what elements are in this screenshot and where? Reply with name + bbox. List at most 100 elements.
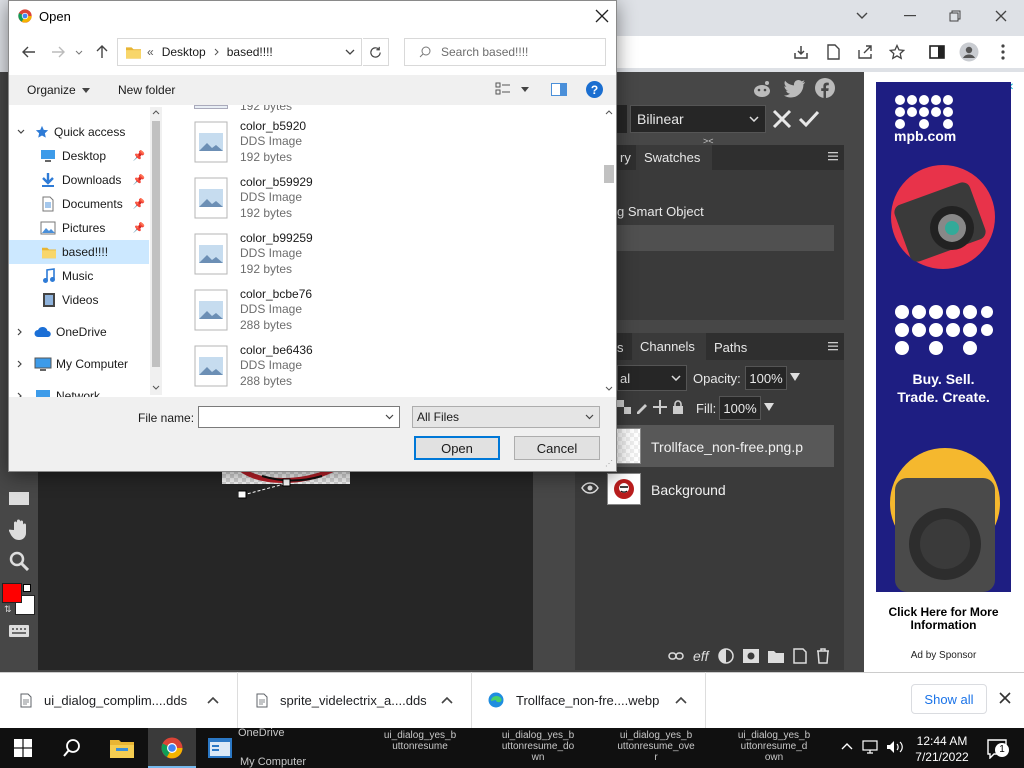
history-item-selected[interactable]: [617, 225, 834, 251]
transform-handle-lines[interactable]: [238, 478, 298, 500]
tab-swatches[interactable]: Swatches: [636, 145, 712, 170]
lock-transparency-icon[interactable]: [617, 400, 631, 414]
nav-item-downloads[interactable]: Downloads 📌: [9, 168, 149, 192]
link-layers-icon[interactable]: [668, 651, 684, 661]
foreground-color-swatch[interactable]: [2, 583, 22, 603]
tray-chevron-icon[interactable]: [841, 742, 853, 750]
side-panel-icon[interactable]: [926, 42, 948, 62]
layer-visibility-eye-icon[interactable]: [581, 482, 599, 494]
download-item-3[interactable]: Trollface_non-fre....webp: [472, 672, 706, 728]
download-item-1[interactable]: ui_dialog_complim....dds: [0, 672, 238, 728]
close-download-shelf-icon[interactable]: [999, 692, 1011, 704]
windows-start-icon[interactable]: [14, 739, 32, 757]
taskbar-search-icon[interactable]: [62, 738, 82, 758]
pin-icon[interactable]: 📌: [133, 223, 145, 234]
nav-item-onedrive[interactable]: OneDrive: [9, 320, 149, 344]
file-list-scrollbar[interactable]: [602, 105, 616, 397]
refresh-button[interactable]: [363, 38, 389, 66]
install-app-icon[interactable]: [790, 42, 812, 62]
recent-locations-chevron-icon[interactable]: [73, 46, 85, 58]
file-explorer-taskbar-icon[interactable]: [110, 738, 134, 758]
back-button[interactable]: [19, 42, 39, 62]
breadcrumb-segment-desktop[interactable]: Desktop: [162, 45, 206, 59]
show-all-button[interactable]: Show all: [911, 684, 987, 714]
up-button[interactable]: [92, 42, 112, 62]
lock-all-icon[interactable]: [671, 400, 685, 414]
lock-position-icon[interactable]: [653, 400, 667, 414]
file-type-filter-select[interactable]: All Files: [412, 406, 600, 428]
zoom-tool-icon[interactable]: [9, 551, 29, 571]
commit-transform-icon[interactable]: [798, 110, 820, 128]
search-box[interactable]: Search based!!!!: [404, 38, 606, 66]
file-item[interactable]: color_b59929 DDS Image 192 bytes: [194, 167, 574, 223]
nav-scrollbar-thumb[interactable]: [152, 121, 160, 367]
network-tray-icon[interactable]: [862, 740, 880, 754]
share-icon[interactable]: [854, 42, 876, 62]
chrome-taskbar-icon[interactable]: [161, 737, 183, 759]
keyboard-icon[interactable]: [8, 624, 30, 638]
minimize-icon[interactable]: [888, 4, 932, 28]
expand-chevron-icon[interactable]: [17, 360, 23, 368]
new-group-folder-icon[interactable]: [767, 650, 784, 663]
nav-scrollbar[interactable]: [150, 107, 162, 395]
breadcrumb[interactable]: « Desktop based!!!!: [117, 38, 362, 66]
profile-avatar-icon[interactable]: [958, 42, 980, 62]
notification-center-icon[interactable]: 1: [986, 737, 1009, 759]
file-item[interactable]: color_b5920 DDS Image 192 bytes: [194, 111, 574, 167]
nav-item-my-computer[interactable]: My Computer: [9, 352, 149, 376]
chevron-up-icon[interactable]: [675, 696, 687, 704]
restore-icon[interactable]: [933, 4, 977, 28]
breadcrumb-separator-icon[interactable]: [214, 48, 219, 56]
swap-colors-icon[interactable]: ⇅: [4, 604, 12, 615]
page-icon[interactable]: [822, 42, 844, 62]
help-icon[interactable]: ?: [586, 81, 603, 98]
delete-layer-trash-icon[interactable]: [816, 648, 830, 664]
ad-creative[interactable]: mpb.com Buy. Sell. Trade. Create.: [876, 82, 1011, 592]
nav-quick-access[interactable]: Quick access: [9, 120, 149, 144]
opacity-dropdown-icon[interactable]: [790, 372, 800, 382]
open-button[interactable]: Open: [414, 436, 500, 460]
interpolation-select[interactable]: Bilinear: [630, 105, 766, 133]
layer-effects-button[interactable]: eff: [693, 648, 709, 664]
clock[interactable]: 12:44 AM 7/21/2022: [910, 733, 974, 765]
nav-item-videos[interactable]: Videos: [9, 288, 149, 312]
pin-icon[interactable]: 📌: [133, 199, 145, 210]
forward-button[interactable]: [48, 42, 68, 62]
cancel-button[interactable]: Cancel: [514, 436, 600, 460]
chevron-up-icon[interactable]: [207, 696, 219, 704]
opacity-input[interactable]: 100%: [745, 366, 787, 390]
change-view-button[interactable]: [495, 82, 529, 96]
download-item-2[interactable]: sprite_videlectrix_a....dds: [238, 672, 472, 728]
reddit-icon[interactable]: [752, 80, 772, 98]
file-list-scrollbar-thumb[interactable]: [604, 165, 614, 183]
file-item[interactable]: color_bcbe76 DDS Image 288 bytes: [194, 279, 574, 335]
tab-paths[interactable]: Paths: [714, 340, 747, 355]
file-item[interactable]: color_be6436 DDS Image 288 bytes: [194, 335, 574, 391]
nav-item-network[interactable]: Network: [9, 384, 149, 397]
new-folder-button[interactable]: New folder: [118, 83, 175, 97]
dialog-close-icon[interactable]: [595, 9, 609, 23]
cancel-transform-icon[interactable]: [771, 108, 793, 130]
nav-item-documents[interactable]: Documents 📌: [9, 192, 149, 216]
breadcrumb-dropdown-icon[interactable]: [345, 49, 355, 55]
fill-dropdown-icon[interactable]: [764, 402, 774, 412]
twitter-icon[interactable]: [784, 80, 806, 98]
breadcrumb-overflow[interactable]: «: [147, 45, 154, 59]
panel-menu-icon[interactable]: [828, 151, 840, 163]
tab-layers[interactable]: s: [617, 340, 624, 355]
tab-channels[interactable]: Channels: [632, 333, 706, 360]
nav-item-desktop[interactable]: Desktop 📌: [9, 144, 149, 168]
expand-chevron-icon[interactable]: [17, 129, 25, 135]
window-close-icon[interactable]: [979, 4, 1023, 28]
image-canvas[interactable]: [38, 470, 533, 670]
file-name-input[interactable]: [198, 406, 400, 428]
search-input[interactable]: Search based!!!!: [441, 45, 528, 59]
blend-mode-select[interactable]: al: [617, 365, 687, 391]
hand-tool-icon[interactable]: [9, 519, 29, 541]
new-layer-icon[interactable]: [792, 648, 807, 664]
fill-input[interactable]: 100%: [719, 396, 761, 420]
chevron-up-icon[interactable]: [441, 696, 453, 704]
app-window-taskbar-icon[interactable]: [208, 738, 232, 758]
rectangle-tool-icon[interactable]: [8, 490, 30, 506]
breadcrumb-segment-based[interactable]: based!!!!: [227, 45, 273, 59]
